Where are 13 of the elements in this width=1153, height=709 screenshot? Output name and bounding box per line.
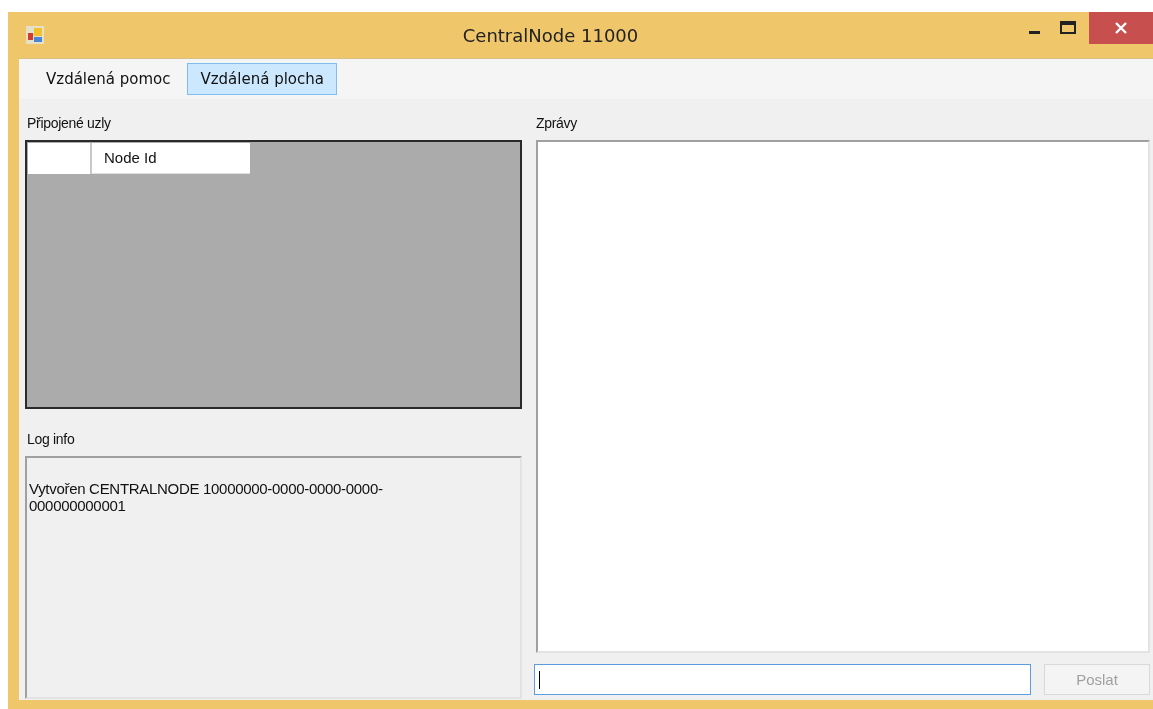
message-input-field[interactable] xyxy=(534,664,1031,695)
close-button[interactable] xyxy=(1089,12,1153,44)
close-icon xyxy=(1114,21,1128,35)
minimize-icon xyxy=(1028,30,1040,34)
section-label: Připojené uzly xyxy=(26,114,112,133)
app-icon xyxy=(26,26,44,44)
section-label: Zprávy xyxy=(535,114,578,133)
tab[interactable]: Vzdálená pomoc xyxy=(33,63,184,95)
maximize-icon xyxy=(1060,21,1076,35)
log-message: Vytvořen CENTRALNODE 10000000-0000-0000-0000-000000000001 xyxy=(29,480,384,514)
section-label: Log info xyxy=(26,430,76,449)
tab[interactable]: Vzdálená plocha xyxy=(187,63,337,95)
window-title: CentralNode 11000 xyxy=(462,24,639,46)
